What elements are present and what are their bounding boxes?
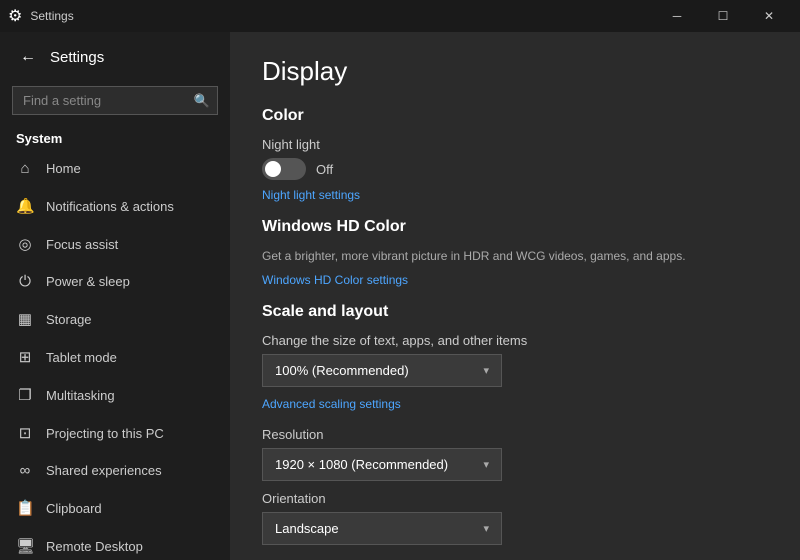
scale-heading: Scale and layout (262, 303, 768, 321)
minimize-button[interactable]: ─ (654, 0, 700, 32)
back-button[interactable]: ← (16, 44, 40, 70)
focus-icon: ◎ (16, 235, 34, 253)
advanced-scaling-link[interactable]: Advanced scaling settings (262, 397, 401, 411)
hd-color-heading: Windows HD Color (262, 218, 768, 236)
sidebar-item-label-notifications: Notifications & actions (46, 199, 174, 214)
orientation-dropdown[interactable]: Landscape ▾ (262, 512, 502, 545)
multitasking-icon: ❐ (16, 386, 34, 404)
close-button[interactable]: ✕ (746, 0, 792, 32)
sidebar-item-label-home: Home (46, 161, 81, 176)
orientation-label: Orientation (262, 491, 768, 506)
sidebar-title: Settings (50, 49, 104, 66)
sidebar-item-shared[interactable]: ∞ Shared experiences (0, 452, 230, 489)
sidebar-item-notifications[interactable]: 🔔 Notifications & actions (0, 187, 230, 225)
color-heading: Color (262, 107, 768, 125)
resolution-dropdown-arrow: ▾ (483, 458, 489, 471)
home-icon: ⌂ (16, 160, 34, 177)
scale-dropdown-arrow: ▾ (483, 364, 489, 377)
resolution-label: Resolution (262, 427, 768, 442)
main-content: Display Color Night light Off Night ligh… (230, 32, 800, 560)
scale-dropdown[interactable]: 100% (Recommended) ▾ (262, 354, 502, 387)
tablet-icon: ⊞ (16, 348, 34, 366)
notifications-icon: 🔔 (16, 197, 34, 215)
hd-color-settings-link[interactable]: Windows HD Color settings (262, 273, 408, 287)
night-light-toggle-row: Off (262, 158, 768, 180)
orientation-dropdown-value: Landscape (275, 521, 339, 536)
sidebar-item-home[interactable]: ⌂ Home (0, 150, 230, 187)
page-title: Display (262, 56, 768, 87)
search-icon: 🔍 (194, 93, 210, 109)
shared-icon: ∞ (16, 462, 34, 479)
sidebar-item-remote[interactable]: 🖥 Remote Desktop (0, 527, 230, 560)
sidebar-item-power[interactable]: ⏻ Power & sleep (0, 263, 230, 300)
sidebar-item-multitasking[interactable]: ❐ Multitasking (0, 376, 230, 414)
settings-icon: ⚙ (8, 6, 22, 26)
sidebar-item-label-focus: Focus assist (46, 237, 118, 252)
resolution-dropdown-value: 1920 × 1080 (Recommended) (275, 457, 448, 472)
resolution-dropdown[interactable]: 1920 × 1080 (Recommended) ▾ (262, 448, 502, 481)
scale-label: Change the size of text, apps, and other… (262, 333, 768, 348)
titlebar: ⚙ Settings ─ ☐ ✕ (0, 0, 800, 32)
clipboard-icon: 📋 (16, 499, 34, 517)
power-icon: ⏻ (16, 273, 34, 290)
sidebar-item-focus[interactable]: ◎ Focus assist (0, 225, 230, 263)
sidebar-item-label-projecting: Projecting to this PC (46, 426, 164, 441)
sidebar-item-label-multitasking: Multitasking (46, 388, 115, 403)
sidebar-item-label-clipboard: Clipboard (46, 501, 102, 516)
search-input[interactable] (12, 86, 218, 115)
search-box: 🔍 (12, 86, 218, 115)
sidebar-item-label-storage: Storage (46, 312, 92, 327)
remote-icon: 🖥 (16, 537, 34, 555)
scale-dropdown-value: 100% (Recommended) (275, 363, 409, 378)
sidebar-item-label-shared: Shared experiences (46, 463, 162, 478)
restore-button[interactable]: ☐ (700, 0, 746, 32)
night-light-settings-link[interactable]: Night light settings (262, 188, 360, 202)
sidebar-item-label-remote: Remote Desktop (46, 539, 143, 554)
night-light-state: Off (316, 162, 333, 177)
sidebar-item-label-power: Power & sleep (46, 274, 130, 289)
sidebar-item-projecting[interactable]: ⊡ Projecting to this PC (0, 414, 230, 452)
sidebar-item-tablet[interactable]: ⊞ Tablet mode (0, 338, 230, 376)
titlebar-controls: ─ ☐ ✕ (654, 0, 792, 32)
titlebar-left: ⚙ Settings (8, 6, 74, 26)
app-container: ← Settings 🔍 System ⌂ Home 🔔 Notificatio… (0, 32, 800, 560)
night-light-label: Night light (262, 137, 768, 152)
sidebar-header: ← Settings (0, 32, 230, 82)
sidebar-item-label-tablet: Tablet mode (46, 350, 117, 365)
projecting-icon: ⊡ (16, 424, 34, 442)
storage-icon: ▦ (16, 310, 34, 328)
toggle-thumb (265, 161, 281, 177)
night-light-toggle[interactable] (262, 158, 306, 180)
hd-color-description: Get a brighter, more vibrant picture in … (262, 248, 768, 265)
system-section-label: System (0, 123, 230, 150)
sidebar-item-storage[interactable]: ▦ Storage (0, 300, 230, 338)
sidebar-item-clipboard[interactable]: 📋 Clipboard (0, 489, 230, 527)
sidebar: ← Settings 🔍 System ⌂ Home 🔔 Notificatio… (0, 32, 230, 560)
titlebar-title: Settings (30, 9, 73, 23)
orientation-dropdown-arrow: ▾ (483, 522, 489, 535)
